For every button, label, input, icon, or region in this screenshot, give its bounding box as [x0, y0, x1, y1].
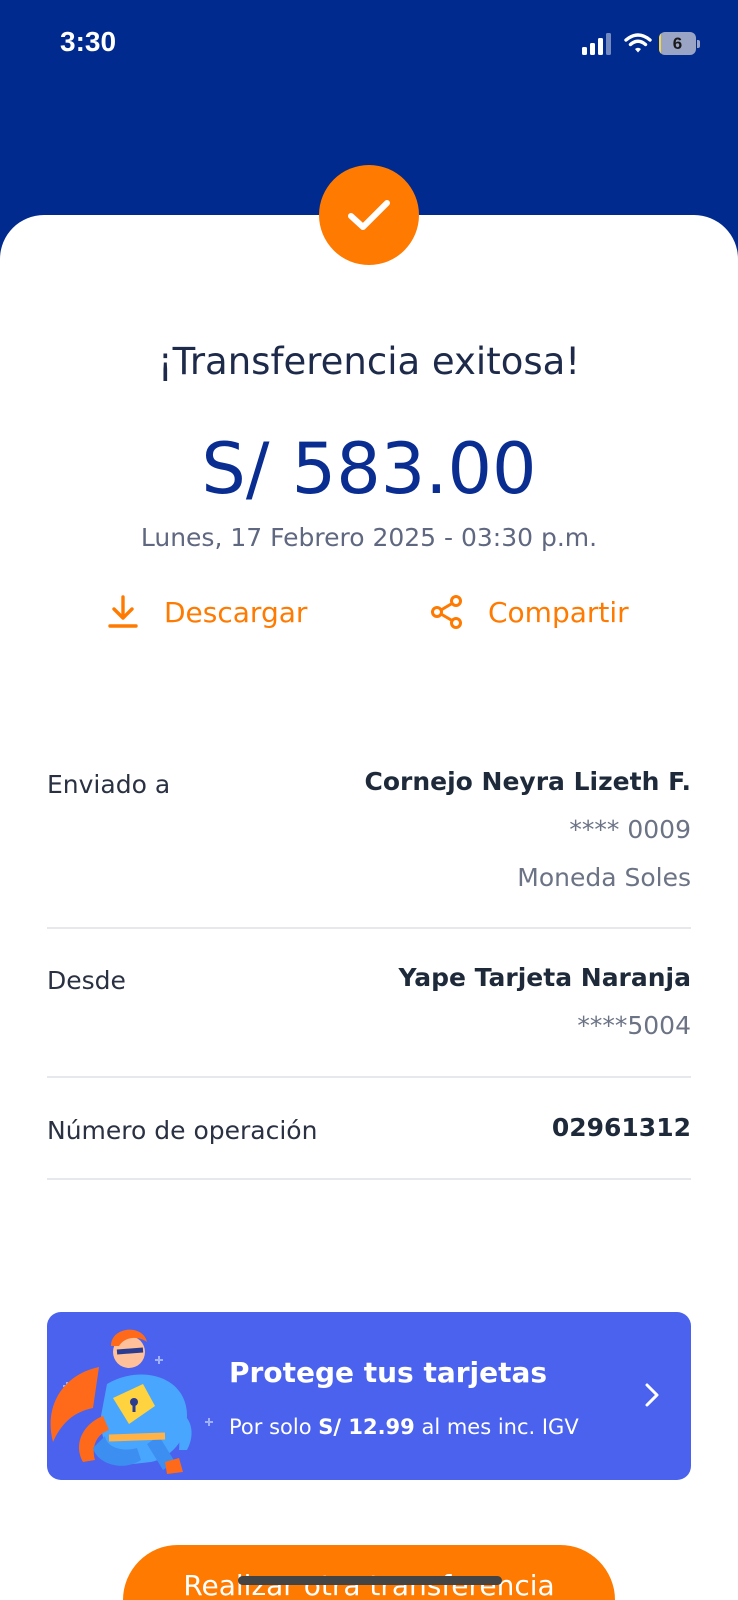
battery-level: 6 [672, 34, 683, 53]
from-label: Desde [47, 966, 126, 995]
share-label: Compartir [488, 595, 629, 629]
new-transfer-button[interactable]: Realizar otra transferencia [123, 1545, 615, 1600]
promo-subtitle: Por solo S/ 12.99 al mes inc. IGV [229, 1415, 579, 1439]
share-icon [431, 595, 462, 629]
card-protection-banner[interactable]: Protege tus tarjetas Por solo S/ 12.99 a… [47, 1312, 691, 1480]
operation-label: Número de operación [47, 1116, 318, 1145]
success-check-icon [319, 165, 419, 265]
promo-sub-suffix: al mes inc. IGV [421, 1415, 579, 1439]
source-card-number: ****5004 [577, 1011, 691, 1040]
battery-cap [697, 40, 700, 48]
status-time: 3:30 [60, 26, 117, 57]
source-card-name: Yape Tarjeta Naranja [398, 963, 691, 992]
transfer-datetime: Lunes, 17 Febrero 2025 - 03:30 p.m. [140, 523, 598, 552]
promo-price: S/ 12.99 [318, 1415, 415, 1439]
operation-number: 02961312 [551, 1113, 691, 1142]
divider [47, 1178, 691, 1180]
wifi-icon [624, 33, 652, 53]
transfer-amount: S/ 583.00 [201, 428, 537, 510]
success-title: ¡Transferencia exitosa! [157, 340, 581, 383]
divider [47, 927, 691, 929]
divider [47, 1076, 691, 1078]
status-bar: 3:30 6 [0, 0, 738, 90]
recipient-name: Cornejo Neyra Lizeth F. [364, 767, 692, 796]
chevron-right-icon [645, 1383, 659, 1407]
share-button[interactable]: Compartir [430, 590, 629, 634]
superhero-illustration [50, 1329, 213, 1474]
download-label: Descargar [164, 595, 308, 629]
download-icon [108, 595, 138, 628]
sent-to-label: Enviado a [47, 770, 171, 799]
promo-title: Protege tus tarjetas [229, 1356, 548, 1389]
screen: 3:30 6 ¡Transferencia exitosa! S/ 583.00… [0, 0, 738, 1600]
promo-sub-prefix: Por solo [229, 1415, 312, 1439]
battery-indicator: 6 [659, 32, 701, 55]
battery-icon: 6 [659, 32, 696, 55]
recipient-account: **** 0009 [569, 815, 691, 844]
home-indicator[interactable] [238, 1576, 502, 1585]
download-button[interactable]: Descargar [106, 590, 307, 634]
recipient-currency: Moneda Soles [517, 863, 691, 892]
cellular-signal-icon [582, 33, 611, 55]
